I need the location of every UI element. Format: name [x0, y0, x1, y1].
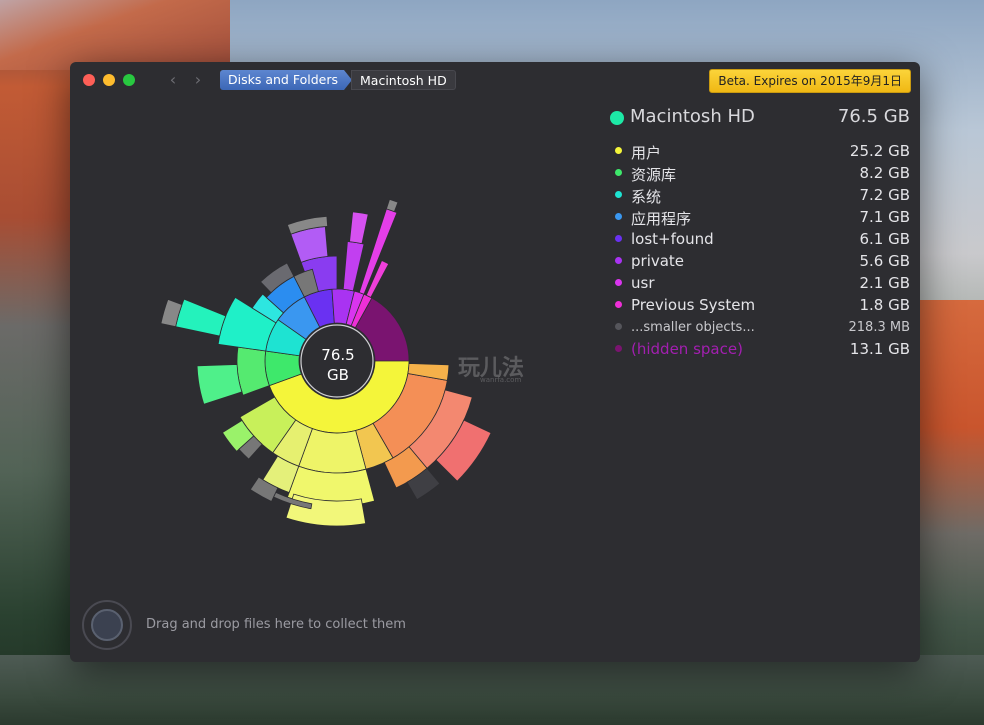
collector-inner — [91, 609, 123, 641]
app-window: ‹ › Disks and Folders Macintosh HD Beta.… — [70, 62, 920, 662]
legend-item[interactable]: (hidden space) 13.1 GB — [610, 338, 910, 360]
sunburst-ring3-segment[interactable] — [196, 364, 243, 405]
legend-item[interactable]: ...smaller objects... 218.3 MB — [610, 316, 910, 338]
legend-item-size: 218.3 MB — [848, 320, 910, 335]
legend-dot — [615, 235, 622, 242]
legend-item-size: 7.1 GB — [859, 208, 910, 226]
collector-icon[interactable] — [82, 600, 132, 650]
legend-item-name: (hidden space) — [631, 340, 743, 358]
breadcrumb-disks-and-folders[interactable]: Disks and Folders — [220, 70, 352, 90]
title-bar: ‹ › Disks and Folders Macintosh HD Beta.… — [70, 62, 920, 98]
legend-item-name: usr — [631, 274, 655, 292]
close-window-button[interactable] — [83, 74, 95, 86]
legend-dot — [615, 323, 622, 330]
minimize-window-button[interactable] — [103, 74, 115, 86]
sunburst-center-unit: GB — [327, 366, 349, 384]
legend-item-size: 7.2 GB — [859, 186, 910, 204]
chevron-right-icon[interactable]: › — [190, 71, 206, 89]
legend-item-name: ...smaller objects... — [631, 320, 755, 335]
legend-dot — [615, 213, 622, 220]
legend-dot — [615, 147, 622, 154]
legend-item[interactable]: 资源库 8.2 GB — [610, 162, 910, 184]
chevron-left-icon[interactable]: ‹ — [165, 71, 181, 89]
legend-item-name: Previous System — [631, 296, 756, 314]
sunburst-ring3-segment[interactable] — [349, 211, 369, 245]
legend-dot — [615, 191, 622, 198]
legend-item-size: 1.8 GB — [859, 296, 910, 314]
legend-header-dot — [610, 111, 624, 125]
legend-item[interactable]: lost+found 6.1 GB — [610, 228, 910, 250]
legend-item-name: 应用程序 — [631, 210, 692, 228]
legend-item-name: lost+found — [631, 230, 714, 248]
legend-header-name: Macintosh HD — [630, 106, 755, 127]
wallpaper-peak-left — [0, 0, 230, 70]
legend-dot — [615, 257, 622, 264]
legend-list: 用户 25.2 GB 资源库 8.2 GB 系统 7.2 GB 应用程序 7.1 GB lost… — [610, 140, 910, 360]
legend-dot — [615, 345, 622, 352]
sunburst-ring3-segment[interactable] — [175, 298, 227, 337]
breadcrumb-macintosh-hd[interactable]: Macintosh HD — [351, 70, 456, 90]
legend-item-name: private — [631, 252, 685, 270]
sunburst-ring2-segment[interactable] — [342, 241, 365, 292]
legend-header-size: 76.5 GB — [837, 106, 910, 127]
sunburst-center-value: 76.5 — [321, 346, 355, 364]
legend-header[interactable]: Macintosh HD 76.5 GB — [610, 106, 910, 132]
legend-item-name: 系统 — [631, 188, 662, 206]
wallpaper-ground — [0, 655, 984, 725]
legend-item[interactable]: 用户 25.2 GB — [610, 140, 910, 162]
watermark: 玩儿法 wanrfa.com — [458, 350, 568, 390]
legend-item[interactable]: 应用程序 7.1 GB — [610, 206, 910, 228]
legend-item[interactable]: private 5.6 GB — [610, 250, 910, 272]
legend-item[interactable]: usr 2.1 GB — [610, 272, 910, 294]
sunburst-ring3-segment[interactable] — [385, 198, 399, 213]
legend-item-name: 资源库 — [631, 166, 677, 184]
legend-item-size: 6.1 GB — [859, 230, 910, 248]
legend-item-size: 2.1 GB — [859, 274, 910, 292]
legend-item-size: 25.2 GB — [849, 142, 910, 160]
sunburst-ring2-segment[interactable] — [236, 346, 270, 396]
legend-item[interactable]: 系统 7.2 GB — [610, 184, 910, 206]
beta-expiry-badge[interactable]: Beta. Expires on 2015年9月1日 — [709, 69, 911, 93]
legend-item[interactable]: Previous System 1.8 GB — [610, 294, 910, 316]
drop-hint-text: Drag and drop files here to collect them — [146, 617, 406, 632]
legend-dot — [615, 169, 622, 176]
legend-dot — [615, 279, 622, 286]
zoom-window-button[interactable] — [123, 74, 135, 86]
legend-item-size: 13.1 GB — [849, 340, 910, 358]
legend-item-size: 5.6 GB — [859, 252, 910, 270]
legend-dot — [615, 301, 622, 308]
legend-item-size: 8.2 GB — [859, 164, 910, 182]
legend-item-name: 用户 — [631, 144, 662, 162]
disk-usage-sunburst[interactable] — [120, 182, 550, 602]
disk-legend: Macintosh HD 76.5 GB 用户 25.2 GB 资源库 8.2 GB 系… — [610, 106, 910, 360]
watermark-domain: wanrfa.com — [480, 376, 522, 384]
